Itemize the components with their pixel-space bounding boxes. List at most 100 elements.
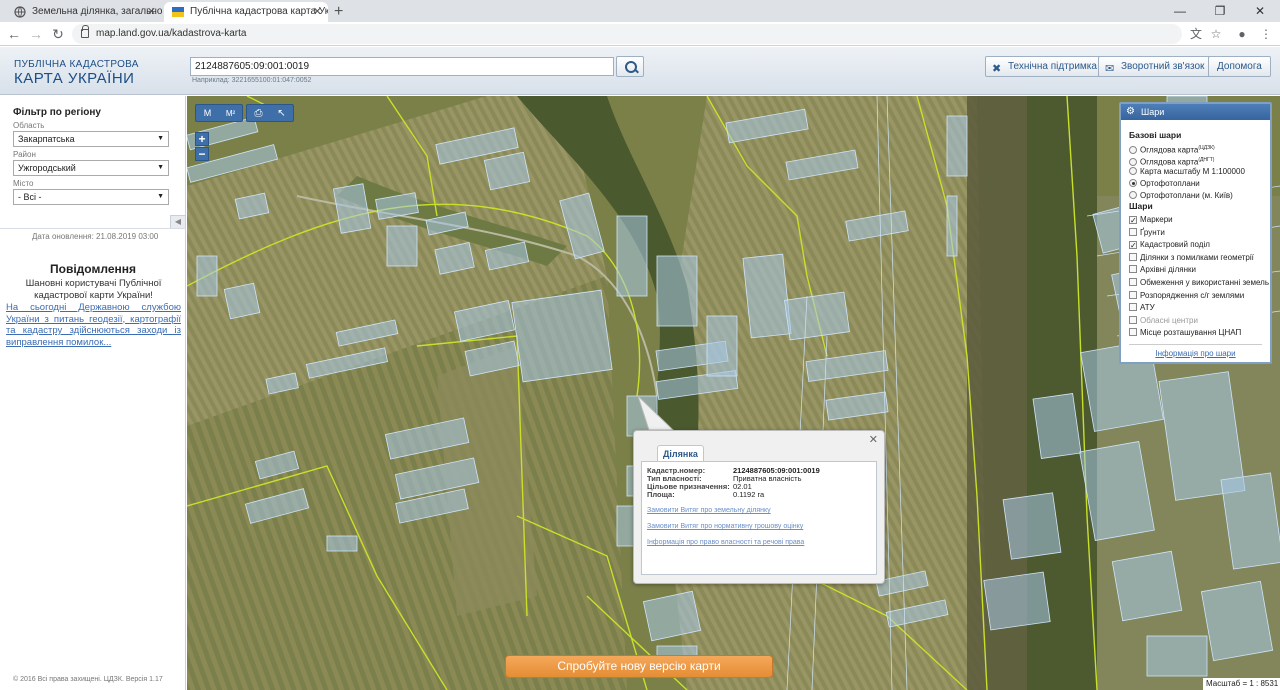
logo-line2: КАРТА УКРАЇНИ bbox=[14, 70, 135, 87]
try-new-version-button[interactable]: Спробуйте нову версію карти bbox=[505, 655, 773, 678]
browser-tab-cadastral-map[interactable]: Публічна кадастрова карта Укр… ✕ bbox=[164, 2, 328, 22]
radio-button[interactable] bbox=[1129, 191, 1137, 199]
tools-icon: ✖ bbox=[992, 63, 1002, 75]
checkbox[interactable] bbox=[1129, 252, 1137, 261]
lock-icon bbox=[81, 25, 89, 38]
layer-toggle[interactable]: Архівні ділянки bbox=[1129, 264, 1196, 276]
close-tab-icon[interactable]: ✕ bbox=[147, 2, 156, 22]
close-window-button[interactable]: ✕ bbox=[1240, 0, 1280, 22]
region-label: Область bbox=[13, 121, 45, 130]
measure-area-tool[interactable]: М² bbox=[219, 106, 242, 122]
layer-label: Розпорядження с/г землями bbox=[1140, 290, 1245, 300]
forward-arrow-icon[interactable]: → bbox=[26, 24, 46, 44]
zoom-out-button[interactable]: − bbox=[195, 147, 209, 161]
radio-button[interactable] bbox=[1129, 167, 1137, 175]
order-valuation-link[interactable]: Замовити Витяг про нормативну грошову оц… bbox=[647, 523, 803, 530]
url-text: map.land.gov.ua/kadastrova-karta bbox=[96, 28, 247, 39]
messages-text: Шановні користувачі Публічної кадастрово… bbox=[25, 278, 162, 301]
layer-toggle[interactable]: АТУ bbox=[1129, 302, 1155, 314]
layers-info-link[interactable]: Інформація про шари bbox=[1121, 349, 1270, 358]
feedback-button[interactable]: ✉ Зворотний зв'язок bbox=[1098, 56, 1214, 77]
minimize-window-button[interactable]: — bbox=[1160, 0, 1200, 22]
divider bbox=[0, 228, 186, 229]
radio-button[interactable] bbox=[1129, 145, 1137, 154]
base-layer-source: (ЦДЗК) bbox=[1198, 145, 1215, 151]
layer-toggle[interactable]: ✓ Кадастровий поділ bbox=[1129, 239, 1210, 251]
base-layer-label: Ортофотоплани (м. Київ) bbox=[1140, 191, 1233, 200]
back-arrow-icon[interactable]: ← bbox=[4, 24, 24, 44]
measure-toolbar: М М² bbox=[195, 104, 243, 122]
url-field[interactable]: map.land.gov.ua/kadastrova-karta bbox=[72, 24, 1182, 44]
messages-link[interactable]: На сьогодні Державною службою України з … bbox=[6, 302, 181, 348]
filter-title: Фільтр по регіону bbox=[13, 107, 101, 118]
region-select[interactable]: Закарпатська bbox=[13, 131, 169, 147]
area-value: 0.1192 га bbox=[733, 490, 765, 499]
city-select[interactable]: - Всі - bbox=[13, 189, 169, 205]
checkbox[interactable] bbox=[1129, 278, 1137, 286]
search-button[interactable] bbox=[616, 56, 644, 77]
layer-toggle[interactable]: Місце розташування ЦНАП bbox=[1129, 327, 1241, 339]
help-button[interactable]: Допомога bbox=[1208, 56, 1271, 77]
layer-toggle[interactable]: Ґрунти bbox=[1129, 227, 1165, 239]
checkbox[interactable] bbox=[1129, 265, 1137, 274]
checkbox[interactable] bbox=[1129, 303, 1137, 312]
layer-toggle[interactable]: ✓ Маркери bbox=[1129, 214, 1173, 226]
zoom-in-button[interactable]: + bbox=[195, 132, 209, 146]
layer-toggle[interactable]: Ділянки з помилками геометрії bbox=[1129, 252, 1254, 264]
radio-button[interactable] bbox=[1129, 179, 1137, 187]
checkbox[interactable] bbox=[1129, 290, 1137, 299]
district-select[interactable]: Ужгородський bbox=[13, 160, 169, 176]
translate-icon[interactable]: 文 bbox=[1188, 26, 1204, 42]
print-toolbar: ⎙ ↖ bbox=[246, 104, 294, 122]
new-tab-button[interactable]: + bbox=[334, 2, 343, 22]
layer-label: Обласні центри bbox=[1140, 315, 1198, 325]
profile-avatar-icon[interactable]: ● bbox=[1234, 26, 1250, 42]
tab-title: Публічна кадастрова карта Укр… bbox=[190, 6, 328, 17]
app-header: ПУБЛІЧНА КАДАСТРОВА КАРТА УКРАЇНИ 212488… bbox=[0, 47, 1280, 95]
map-viewport[interactable]: М М² ⎙ ↖ + − ⚙ Шари Базові шари Оглядова к… bbox=[187, 96, 1280, 690]
base-layer-source: (ДНГТ) bbox=[1198, 157, 1215, 163]
layers-header[interactable]: ⚙ Шари bbox=[1121, 104, 1270, 120]
layer-label: Ділянки з помилками геометрії bbox=[1140, 252, 1254, 262]
tab-title: Земельна ділянка, загальною п… bbox=[32, 6, 162, 17]
checkbox[interactable] bbox=[1129, 315, 1137, 324]
radio-button[interactable] bbox=[1129, 157, 1137, 166]
globe-icon bbox=[14, 6, 26, 18]
collapse-panel-button[interactable]: ◀ bbox=[170, 215, 186, 229]
cadastral-search-input[interactable]: 2124887605:09:001:0019 bbox=[190, 57, 614, 76]
close-tab-icon[interactable]: ✕ bbox=[313, 2, 322, 22]
base-layers-title: Базові шари bbox=[1129, 130, 1182, 140]
base-layer-option[interactable]: Оглядова карта(ЦДЗК) bbox=[1129, 142, 1215, 155]
close-icon[interactable]: ✕ bbox=[869, 433, 878, 446]
checkbox[interactable]: ✓ bbox=[1129, 241, 1137, 250]
measure-distance-tool[interactable]: М bbox=[196, 105, 219, 121]
divider bbox=[1129, 344, 1262, 345]
print-icon[interactable]: ⎙ bbox=[247, 106, 270, 122]
maximize-window-button[interactable]: ❐ bbox=[1200, 0, 1240, 22]
bookmark-star-icon[interactable]: ☆ bbox=[1208, 26, 1224, 42]
browser-tab-land-plot[interactable]: Земельна ділянка, загальною п… ✕ bbox=[6, 2, 162, 22]
ownership-info-link[interactable]: Інформація про право власності та речові… bbox=[647, 539, 804, 546]
tech-support-button[interactable]: ✖ Технічна підтримка bbox=[985, 56, 1106, 77]
layer-label: Обмеження у використанні земель bbox=[1140, 278, 1269, 287]
checkbox[interactable] bbox=[1129, 328, 1137, 337]
layer-toggle[interactable]: Обмеження у використанні земель bbox=[1129, 277, 1269, 289]
base-layer-option[interactable]: Ортофотоплани bbox=[1129, 178, 1200, 190]
field-key: Площа: bbox=[647, 490, 675, 499]
identify-cursor-icon[interactable]: ↖ bbox=[270, 106, 293, 122]
logo-line1: ПУБЛІЧНА КАДАСТРОВА bbox=[14, 59, 139, 70]
browser-menu-icon[interactable]: ⋮ bbox=[1258, 26, 1274, 42]
layers-section-title: Шари bbox=[1129, 201, 1153, 211]
district-label: Район bbox=[13, 150, 36, 159]
base-layer-option[interactable]: Оглядова карта(ДНГТ) bbox=[1129, 154, 1215, 167]
checkbox[interactable] bbox=[1129, 227, 1137, 236]
reload-icon[interactable]: ↻ bbox=[48, 24, 68, 44]
base-layer-option[interactable]: Карта масштабу М 1:100000 bbox=[1129, 166, 1245, 178]
search-example: Наприклад: 3221655100:01:047:0052 bbox=[192, 77, 312, 84]
copyright: © 2016 Всі права захищені. ЦДЗК. Версія … bbox=[13, 676, 163, 683]
layer-toggle[interactable]: Обласні центри bbox=[1129, 315, 1198, 327]
checkbox[interactable]: ✓ bbox=[1129, 216, 1137, 225]
order-extract-link[interactable]: Замовити Витяг про земельну ділянку bbox=[647, 507, 771, 514]
tab-parcel[interactable]: Ділянка bbox=[657, 445, 704, 462]
layer-toggle[interactable]: Розпорядження с/г землями bbox=[1129, 290, 1244, 302]
